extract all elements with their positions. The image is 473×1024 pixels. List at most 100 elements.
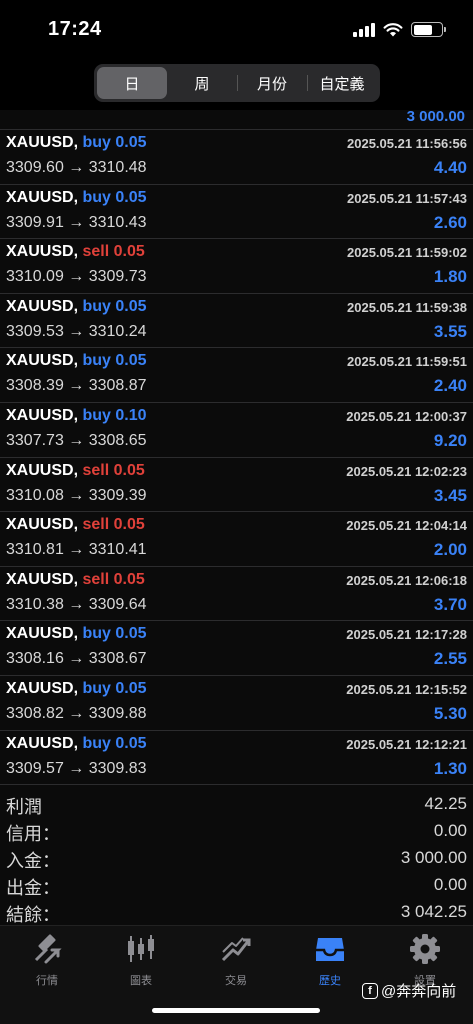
trade-side-volume: sell 0.05 <box>82 243 145 261</box>
trade-side-volume: sell 0.05 <box>82 570 145 588</box>
summary-value: 0.00 <box>433 821 467 840</box>
trade-side-volume: buy 0.05 <box>82 352 147 370</box>
trade-row[interactable]: XAUUSD, sell 0.05 2025.05.21 11:59:02 3310… <box>0 239 473 294</box>
trade-prices: 3308.39 → 3308.87 <box>6 377 147 395</box>
period-segmented-control: 日 周 月份 自定義 <box>94 64 380 102</box>
tab-custom[interactable]: 自定義 <box>307 67 377 99</box>
trade-time: 2025.05.21 12:06:18 <box>346 572 467 588</box>
trade-symbol: XAUUSD, <box>6 188 79 206</box>
trade-side-volume: buy 0.05 <box>82 297 147 315</box>
trade-header: XAUUSD, buy 0.05 <box>6 134 147 152</box>
tab-trade[interactable]: 交易 <box>206 932 266 992</box>
summary-value: 3 042.25 <box>400 902 467 921</box>
watermark: f @奔奔向前 <box>362 980 456 1001</box>
battery-icon <box>411 22 446 37</box>
trade-side-volume: sell 0.05 <box>82 461 145 479</box>
home-indicator <box>152 1008 320 1013</box>
trade-prices: 3309.60 → 3310.48 <box>6 159 147 176</box>
trade-profit: 3.55 <box>433 321 467 341</box>
status-bar: 17:24 <box>0 0 473 60</box>
trade-time: 2025.05.21 12:17:28 <box>346 627 467 643</box>
trade-prices: 3308.16 → 3308.67 <box>6 650 147 668</box>
trade-profit: 2.55 <box>433 649 467 669</box>
watermark-text: @奔奔向前 <box>381 983 457 1000</box>
trade-prices: 3307.73 → 3308.65 <box>6 431 147 449</box>
trade-header: XAUUSD, buy 0.05 <box>6 625 147 643</box>
trade-row[interactable]: XAUUSD, buy 0.10 2025.05.21 12:00:37 3307.… <box>0 403 473 458</box>
trade-row[interactable]: XAUUSD, buy 0.05 2025.05.21 12:17:28 3308.… <box>0 621 473 676</box>
trade-time: 2025.05.21 11:56:56 <box>347 136 467 151</box>
trade-prices: 3310.81 → 3310.41 <box>6 541 147 559</box>
summary-row-credit: 信用： 0.00 <box>0 817 473 844</box>
trade-row[interactable]: XAUUSD, buy 0.05 2025.05.21 11:56:56 3309.… <box>0 130 473 185</box>
trade-prices: 3309.53 → 3310.24 <box>6 322 147 340</box>
tab-month[interactable]: 月份 <box>237 67 307 99</box>
trade-symbol: XAUUSD, <box>6 297 79 315</box>
trade-side-volume: buy 0.05 <box>82 734 147 752</box>
trade-profit: 2.60 <box>433 212 467 232</box>
trade-header: XAUUSD, buy 0.05 <box>6 735 147 753</box>
trade-row[interactable]: XAUUSD, sell 0.05 2025.05.21 12:06:18 3310… <box>0 567 473 622</box>
trade-time: 2025.05.21 11:59:51 <box>347 354 467 370</box>
trade-profit: 1.80 <box>433 267 467 287</box>
trade-header: XAUUSD, sell 0.05 <box>6 571 145 589</box>
tab-label: 行情 <box>36 975 58 987</box>
summary-label: 結餘： <box>6 905 60 925</box>
trade-row[interactable]: XAUUSD, buy 0.05 2025.05.21 11:57:43 3309.… <box>0 185 473 240</box>
trade-profit: 5.30 <box>433 703 467 723</box>
tab-label: 交易 <box>225 975 247 987</box>
summary-label: 信用： <box>6 824 60 844</box>
trade-header: XAUUSD, sell 0.05 <box>6 462 145 480</box>
trade-profit: 3.70 <box>433 594 467 614</box>
tab-chart[interactable]: 圖表 <box>111 932 171 992</box>
trade-row[interactable]: XAUUSD, sell 0.05 2025.05.21 12:04:14 3310… <box>0 512 473 567</box>
trade-side-volume: buy 0.10 <box>82 406 147 424</box>
chart-icon <box>128 935 154 962</box>
trade-time: 2025.05.21 12:12:21 <box>346 736 467 752</box>
tab-label: 圖表 <box>130 975 152 987</box>
summary-value: 42.25 <box>424 794 467 813</box>
trade-symbol: XAUUSD, <box>6 352 79 370</box>
summary-label: 入金： <box>6 851 60 871</box>
trade-time: 2025.05.21 12:00:37 <box>346 408 467 424</box>
trade-header: XAUUSD, buy 0.05 <box>6 189 147 207</box>
trade-symbol: XAUUSD, <box>6 461 79 479</box>
trade-symbol: XAUUSD, <box>6 679 79 697</box>
trade-side-volume: buy 0.05 <box>82 134 147 151</box>
trade-time: 2025.05.21 11:57:43 <box>347 190 467 206</box>
trade-time: 2025.05.21 12:02:23 <box>346 463 467 479</box>
trade-row[interactable]: XAUUSD, sell 0.05 2025.05.21 12:02:23 3310… <box>0 458 473 513</box>
deposit-amount: 3 000.00 <box>0 109 473 130</box>
trade-time: 2025.05.21 12:04:14 <box>346 518 467 534</box>
trade-row[interactable]: XAUUSD, buy 0.05 2025.05.21 11:59:38 3309.… <box>0 294 473 349</box>
trade-row[interactable]: XAUUSD, buy 0.05 2025.05.21 12:15:52 3308.… <box>0 676 473 731</box>
summary-row-deposit: 入金： 3 000.00 <box>0 844 473 871</box>
trade-symbol: XAUUSD, <box>6 570 79 588</box>
trade-time: 2025.05.21 11:59:38 <box>347 299 467 315</box>
tab-quotes[interactable]: 行情 <box>17 932 77 992</box>
trade-prices: 3310.09 → 3309.73 <box>6 268 147 286</box>
trade-icon <box>221 937 251 962</box>
trade-prices: 3309.91 → 3310.43 <box>6 213 147 231</box>
trade-header: XAUUSD, sell 0.05 <box>6 516 145 534</box>
trade-row[interactable]: XAUUSD, buy 0.05 2025.05.21 11:59:51 3308.… <box>0 348 473 403</box>
trade-symbol: XAUUSD, <box>6 625 79 643</box>
quotes-icon <box>34 934 62 964</box>
trade-symbol: XAUUSD, <box>6 406 79 424</box>
account-summary: 利潤 42.25 信用： 0.00 入金： 3 000.00 出金： 0.00 … <box>0 790 473 925</box>
trade-header: XAUUSD, buy 0.05 <box>6 680 147 698</box>
trade-header: XAUUSD, buy 0.05 <box>6 352 147 370</box>
tab-history[interactable]: 歷史 <box>300 932 360 992</box>
tab-label: 歷史 <box>319 975 341 987</box>
trade-row[interactable]: XAUUSD, buy 0.05 2025.05.21 12:12:21 3309.… <box>0 731 473 786</box>
trade-profit: 1.30 <box>433 758 467 778</box>
trade-prices: 3310.08 → 3309.39 <box>6 486 147 504</box>
trade-header: XAUUSD, buy 0.05 <box>6 298 147 316</box>
tab-day[interactable]: 日 <box>97 67 167 99</box>
trade-symbol: XAUUSD, <box>6 243 79 261</box>
trade-profit: 2.40 <box>433 376 467 396</box>
summary-value: 3 000.00 <box>400 848 467 867</box>
wifi-icon <box>383 22 403 36</box>
tab-week[interactable]: 周 <box>167 67 237 99</box>
trade-side-volume: buy 0.05 <box>82 625 147 643</box>
